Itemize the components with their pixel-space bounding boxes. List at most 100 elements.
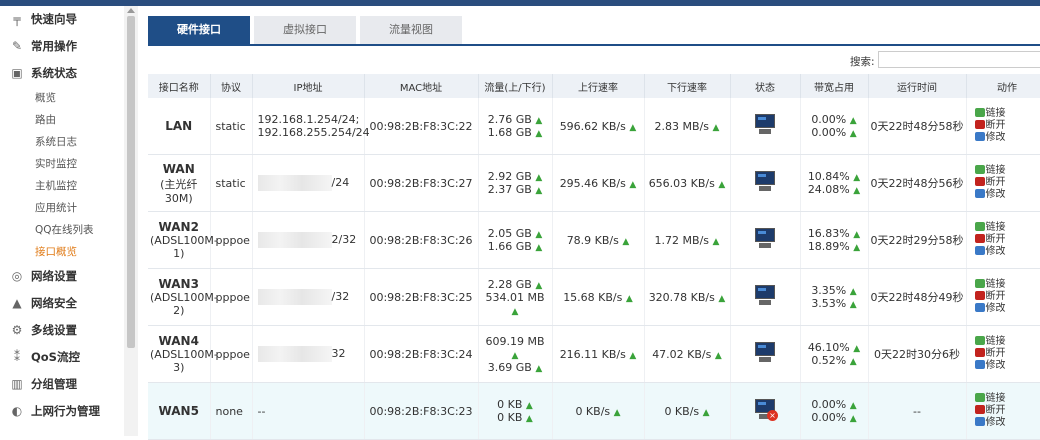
sidebar-item-label: 网络设置 <box>31 263 77 290</box>
sidebar-item-common[interactable]: ✎常用操作 <box>0 33 124 60</box>
bandwidth: 0.00% ▲0.00% ▲ <box>800 98 868 155</box>
connect-icon <box>975 336 985 345</box>
uptime: -- <box>868 383 966 440</box>
sidebar-item-multiline[interactable]: ⚙多线设置 <box>0 317 124 344</box>
up-arrow-icon: ▲ <box>535 129 542 139</box>
up-rate: 216.11 KB/s ▲ <box>552 326 644 383</box>
sidebar-item-behavior[interactable]: ◐上网行为管理 <box>0 398 124 425</box>
sidebar-item-group[interactable]: ▥分组管理 <box>0 371 124 398</box>
edit-button[interactable]: 修改 <box>975 360 1040 372</box>
traffic-down: 534.01 MB <box>485 291 544 304</box>
bandwidth-up: 0.00% <box>811 398 846 411</box>
bandwidth-down: 0.52% <box>811 354 846 367</box>
sidebar-sub-overview[interactable]: 概览 <box>0 87 124 109</box>
connect-button[interactable]: 链接 <box>975 279 1040 291</box>
up-arrow-icon: ▲ <box>850 129 857 139</box>
disconnect-button[interactable]: 断开 <box>975 348 1040 360</box>
up-arrow-icon: ▲ <box>526 401 533 411</box>
up-arrow-icon: ▲ <box>629 123 636 133</box>
action-label: 链接 <box>986 108 1006 119</box>
up-arrow-icon: ▲ <box>535 230 542 240</box>
connect-icon <box>975 222 985 231</box>
edit-button[interactable]: 修改 <box>975 132 1040 144</box>
ip-address: 32 <box>252 326 364 383</box>
up-arrow-icon: ▲ <box>535 173 542 183</box>
up-arrow-icon: ▲ <box>853 186 860 196</box>
connect-button[interactable]: 链接 <box>975 108 1040 120</box>
search-input[interactable] <box>878 51 1040 68</box>
traffic-down: 2.37 GB <box>488 183 532 196</box>
sidebar-item-network[interactable]: ◎网络设置 <box>0 263 124 290</box>
sidebar-sub-app[interactable]: 应用统计 <box>0 197 124 219</box>
interface-name-text: WAN4 <box>150 334 208 348</box>
ip-address: 2/32 <box>252 212 364 269</box>
col-status: 状态 <box>730 74 800 98</box>
connect-button[interactable]: 链接 <box>975 222 1040 234</box>
edit-button[interactable]: 修改 <box>975 246 1040 258</box>
tab-traffic[interactable]: 流量视图 <box>360 16 462 44</box>
up-arrow-icon: ▲ <box>614 408 621 418</box>
connect-button[interactable]: 链接 <box>975 336 1040 348</box>
bandwidth-down: 18.89% <box>808 240 850 253</box>
disconnect-button[interactable]: 断开 <box>975 234 1040 246</box>
action-label: 断开 <box>986 405 1006 416</box>
down-rate-text: 0 KB/s <box>664 405 699 418</box>
edit-button[interactable]: 修改 <box>975 189 1040 201</box>
connect-icon <box>975 108 985 117</box>
edit-button[interactable]: 修改 <box>975 303 1040 315</box>
action-label: 修改 <box>986 189 1006 200</box>
qos-icon: ⁑ <box>10 351 24 365</box>
sidebar-sub-qq[interactable]: QQ在线列表 <box>0 219 124 241</box>
connect-button[interactable]: 链接 <box>975 393 1040 405</box>
traffic-down: 3.69 GB <box>488 361 532 374</box>
up-arrow-icon: ▲ <box>713 237 720 247</box>
ip-text: /24 <box>332 176 350 189</box>
sidebar-sub-host[interactable]: 主机监控 <box>0 175 124 197</box>
bandwidth: 46.10% ▲0.52% ▲ <box>800 326 868 383</box>
edit-button[interactable]: 修改 <box>975 417 1040 429</box>
protocol: static <box>210 98 252 155</box>
down-rate: 0 KB/s ▲ <box>644 383 730 440</box>
ip-text: 2/32 <box>332 233 357 246</box>
disconnect-button[interactable]: 断开 <box>975 177 1040 189</box>
down-rate-text: 1.72 MB/s <box>655 234 709 247</box>
status <box>730 212 800 269</box>
edit-icon <box>975 246 985 255</box>
sidebar-sub-interface[interactable]: 接口概览 <box>0 241 124 263</box>
up-rate: 0 KB/s ▲ <box>552 383 644 440</box>
sidebar-sub-syslog[interactable]: 系统日志 <box>0 131 124 153</box>
connect-button[interactable]: 链接 <box>975 165 1040 177</box>
action-label: 断开 <box>986 291 1006 302</box>
disconnect-button[interactable]: 断开 <box>975 120 1040 132</box>
sidebar-item-wizard[interactable]: ╤快速向导 <box>0 6 124 33</box>
sidebar-item-qos[interactable]: ⁑QoS流控 <box>0 344 124 371</box>
interface-name-text: WAN2 <box>150 220 208 234</box>
interface-name: WAN2(ADSL100M-1) <box>148 212 210 269</box>
sidebar-sub-realtime[interactable]: 实时监控 <box>0 153 124 175</box>
uptime: 0天22时48分56秒 <box>868 155 966 212</box>
col-proto: 协议 <box>210 74 252 98</box>
tab-virtual[interactable]: 虚拟接口 <box>254 16 356 44</box>
sidebar-item-security[interactable]: ▲网络安全 <box>0 290 124 317</box>
up-arrow-icon: ▲ <box>715 351 722 361</box>
disconnect-button[interactable]: 断开 <box>975 291 1040 303</box>
col-mac: MAC地址 <box>364 74 478 98</box>
scroll-up-icon[interactable] <box>127 8 135 13</box>
disconnect-icon <box>975 291 985 300</box>
bandwidth: 10.84% ▲24.08% ▲ <box>800 155 868 212</box>
down-rate-text: 47.02 KB/s <box>652 348 711 361</box>
sidebar-item-status[interactable]: ▣系统状态 <box>0 60 124 87</box>
tab-hardware[interactable]: 硬件接口 <box>148 16 250 44</box>
action-label: 链接 <box>986 279 1006 290</box>
up-arrow-icon: ▲ <box>853 230 860 240</box>
traffic: 0 KB ▲0 KB ▲ <box>478 383 552 440</box>
sidebar-sub-route[interactable]: 路由 <box>0 109 124 131</box>
up-rate-text: 0 KB/s <box>575 405 610 418</box>
sidebar-scrollbar[interactable] <box>124 6 138 436</box>
action-label: 断开 <box>986 120 1006 131</box>
scroll-thumb[interactable] <box>127 16 135 348</box>
action-label: 链接 <box>986 165 1006 176</box>
traffic-down: 1.66 GB <box>488 240 532 253</box>
down-rate: 2.83 MB/s ▲ <box>644 98 730 155</box>
disconnect-button[interactable]: 断开 <box>975 405 1040 417</box>
